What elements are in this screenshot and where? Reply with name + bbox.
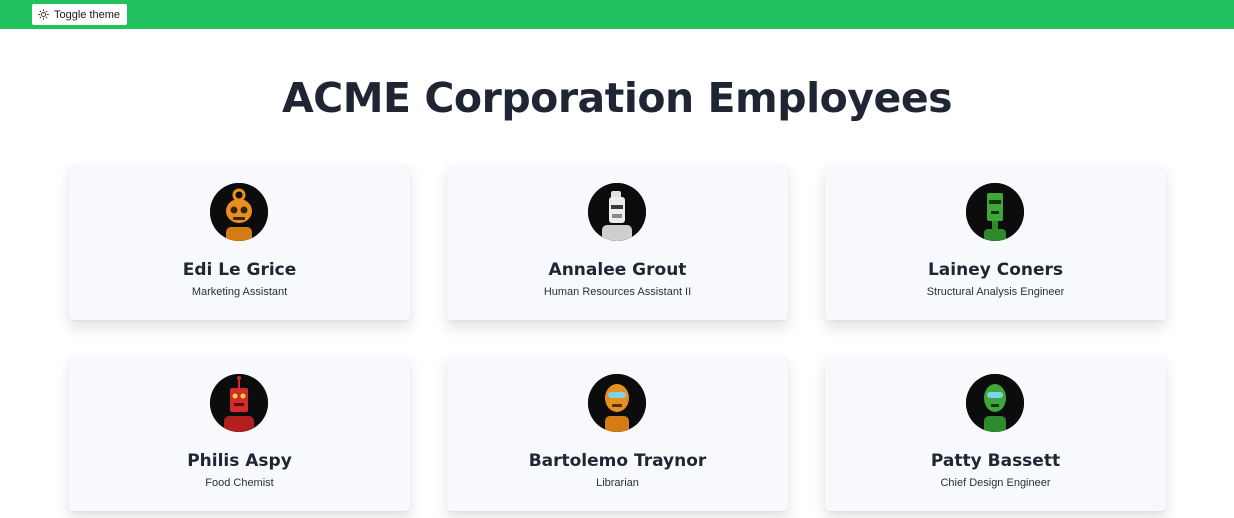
employee-name: Patty Bassett [930,451,1061,471]
employee-card: Edi Le Grice Marketing Assistant [69,165,410,320]
toggle-theme-label: Toggle theme [54,8,121,21]
employee-title: Human Resources Assistant II [543,286,692,298]
employee-title: Chief Design Engineer [940,477,1051,489]
employee-name: Lainey Coners [927,260,1064,280]
robot-avatar-icon [966,183,1024,241]
employee-name: Annalee Grout [548,260,687,280]
robot-avatar-icon [588,374,646,432]
robot-avatar-icon [966,374,1024,432]
employee-title: Marketing Assistant [191,286,288,298]
employee-grid: Edi Le Grice Marketing Assistant Annalee… [69,165,1166,511]
employee-name: Edi Le Grice [182,260,297,280]
employee-name: Philis Aspy [187,451,292,471]
employee-name: Bartolemo Traynor [528,451,707,471]
employee-title: Librarian [596,477,639,489]
employee-card: Bartolemo Traynor Librarian [447,356,788,511]
employee-title: Structural Analysis Engineer [926,286,1065,298]
robot-avatar-icon [210,374,268,432]
robot-avatar-icon [210,183,268,241]
employee-card: Philis Aspy Food Chemist [69,356,410,511]
page-title: ACME Corporation Employees [281,74,953,122]
employee-card: Patty Bassett Chief Design Engineer [825,356,1166,511]
employee-title: Food Chemist [205,477,274,489]
top-bar: Toggle theme [0,0,1234,29]
sun-icon [38,9,49,20]
toggle-theme-button[interactable]: Toggle theme [32,4,128,25]
employee-card: Annalee Grout Human Resources Assistant … [447,165,788,320]
robot-avatar-icon [588,183,646,241]
employee-card: Lainey Coners Structural Analysis Engine… [825,165,1166,320]
